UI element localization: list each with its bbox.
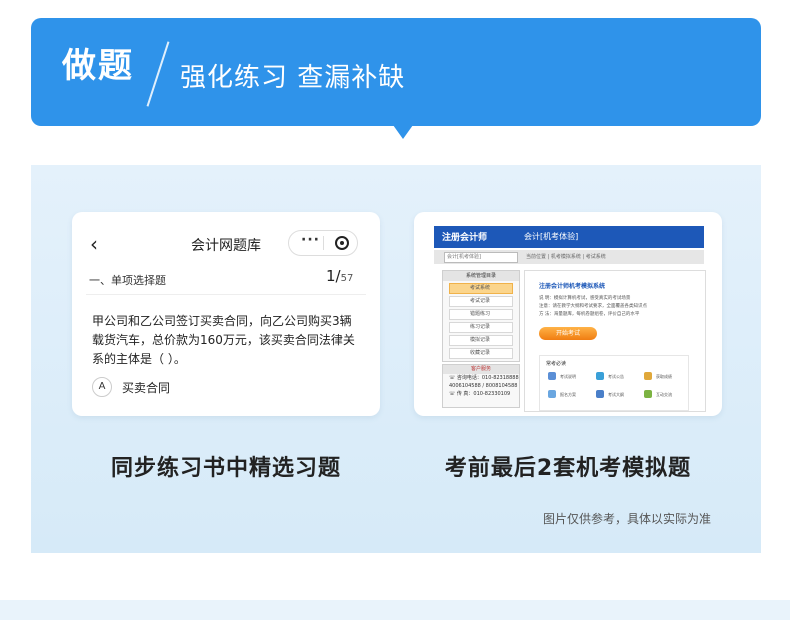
start-exam-button[interactable]: 开始考试 xyxy=(539,327,597,340)
info-box: 常考必读 考试说明 考试公告 获取成绩 报名方案 考试大纲 互动交流 xyxy=(539,355,689,411)
sidebar-item[interactable]: 考试系统 xyxy=(449,283,513,294)
box-item[interactable]: 考试说明 xyxy=(560,374,576,380)
sidebar-item[interactable]: 练习记录 xyxy=(449,322,513,333)
footer-strip xyxy=(0,600,790,620)
disclaimer-text: 图片仅供参考，具体以实际为准 xyxy=(543,512,712,526)
system-brand: 注册会计师 xyxy=(442,233,488,243)
service-line: ☏ 咨询电话：010-82318888 xyxy=(449,375,519,381)
banner-pointer xyxy=(393,125,413,139)
sidebar-item[interactable]: 模拟记录 xyxy=(449,335,513,346)
main-line: 说 明：模拟计算机考试，感受真实的考试场景 xyxy=(539,296,631,301)
box-item[interactable]: 报名方案 xyxy=(560,392,576,398)
notice-icon[interactable] xyxy=(596,372,604,380)
option-text[interactable]: 买卖合同 xyxy=(122,379,170,396)
section-label: 一、单项选择题 xyxy=(89,274,166,287)
box-item[interactable]: 考试大纲 xyxy=(608,392,624,398)
counter-current: 1/ xyxy=(326,267,341,285)
close-target-icon[interactable] xyxy=(335,236,349,250)
box-item[interactable]: 获取成绩 xyxy=(656,374,672,380)
main-line: 方 法：海量题库，每机卷题组卷，评价自己的水平 xyxy=(539,312,640,317)
sidebar-head: 系统管理目录 xyxy=(443,271,519,281)
question-counter: 1/57 xyxy=(326,267,353,285)
system-header: 注册会计师 会计[机考体验] xyxy=(434,226,704,248)
system-sidebar: 系统管理目录 考试系统 考试记录 错题练习 练习记录 模拟记录 收藏记录 xyxy=(442,270,520,362)
system-main: 注册会计师机考模拟系统 说 明：模拟计算机考试，感受真实的考试场景 注意：请在教… xyxy=(524,270,706,412)
capsule-divider xyxy=(323,236,324,250)
caption-left: 同步练习书中精选习题 xyxy=(110,456,341,481)
service-line: 4006104588 / 8008104588 xyxy=(449,383,518,389)
sidebar-item[interactable]: 考试记录 xyxy=(449,296,513,307)
exam-system-preview-card: 注册会计师 会计[机考体验] 当前位置 | 机考模拟系统 | 考试系统 会计[机… xyxy=(414,212,722,416)
breadcrumb: 当前位置 | 机考模拟系统 | 考试系统 xyxy=(526,254,606,260)
quiz-preview-card: ‹ 会计网题库 ··· 一、单项选择题 1/57 甲公司和乙公司签订买卖合同，向… xyxy=(72,212,380,416)
option-letter[interactable]: A xyxy=(92,377,112,397)
miniprogram-capsule[interactable]: ··· xyxy=(288,230,358,256)
outline-icon[interactable] xyxy=(596,390,604,398)
box-title: 常考必读 xyxy=(546,361,567,367)
counter-total: 57 xyxy=(340,273,354,284)
doc-icon[interactable] xyxy=(548,372,556,380)
caption-right: 考前最后2套机考模拟题 xyxy=(444,456,692,481)
system-title: 会计[机考体验] xyxy=(524,232,579,241)
banner-subtitle: 强化练习 查漏补缺 xyxy=(180,63,406,93)
divider xyxy=(86,294,366,295)
subject-select[interactable]: 会计[机考体验] xyxy=(444,252,518,263)
question-text: 甲公司和乙公司签订买卖合同，向乙公司购买3辆载货汽车，总价款为160万元，该买卖… xyxy=(92,314,355,366)
chat-icon[interactable] xyxy=(644,390,652,398)
sidebar-item[interactable]: 错题练习 xyxy=(449,309,513,320)
service-box: 客户服务 ☏ 咨询电话：010-82318888 4006104588 / 80… xyxy=(442,364,520,408)
main-title: 注册会计师机考模拟系统 xyxy=(539,283,606,290)
main-line: 注意：请在教学大纲和考试要求，全面覆盖各类知识点 xyxy=(539,304,647,309)
sidebar-item[interactable]: 收藏记录 xyxy=(449,348,513,359)
signup-icon[interactable] xyxy=(548,390,556,398)
score-icon[interactable] xyxy=(644,372,652,380)
box-item[interactable]: 互动交流 xyxy=(656,392,672,398)
banner-title: 做题 xyxy=(62,46,134,86)
more-icon[interactable]: ··· xyxy=(301,232,320,248)
service-head: 客户服务 xyxy=(443,365,519,374)
service-line: ☏ 传 真：010-82330109 xyxy=(449,391,511,397)
box-item[interactable]: 考试公告 xyxy=(608,374,624,380)
